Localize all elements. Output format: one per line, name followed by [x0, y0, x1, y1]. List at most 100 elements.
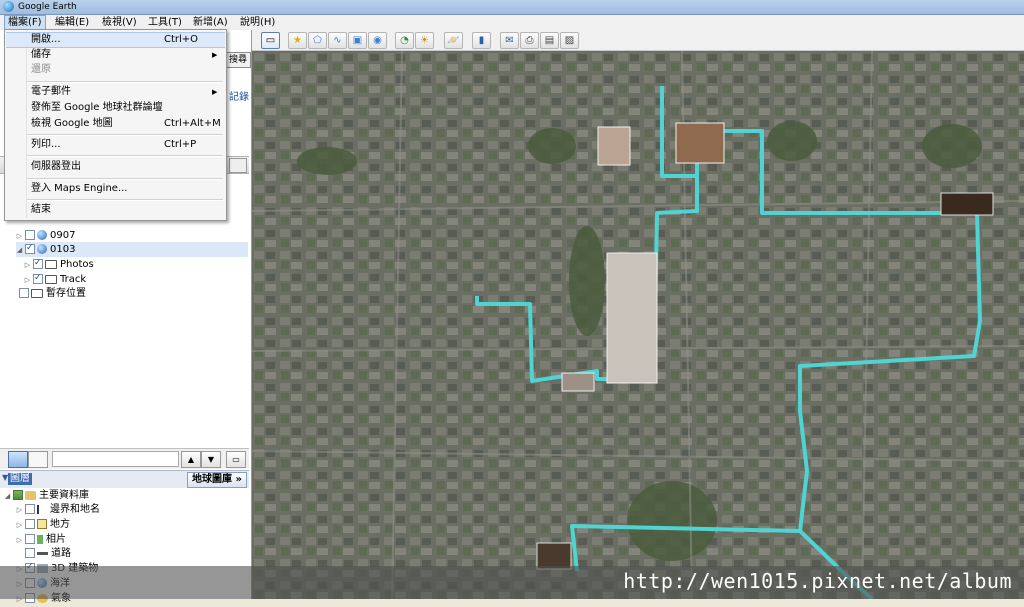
folder-icon	[45, 259, 57, 269]
place-item-track[interactable]: ▷Track	[24, 271, 87, 287]
watermark-banner: http://wen1015.pixnet.net/album	[0, 566, 1024, 599]
menu-item-open[interactable]: 開啟... Ctrl+O	[6, 32, 225, 48]
email-icon: ✉	[505, 35, 514, 46]
menu-item-shortcut: Ctrl+P	[164, 139, 197, 150]
menu-item-label: 結束	[31, 204, 51, 215]
menu-item-print[interactable]: 列印... Ctrl+P	[6, 137, 225, 153]
window-title: Google Earth	[18, 2, 77, 12]
places-search-input[interactable]	[52, 451, 179, 467]
layer-checkbox[interactable]	[25, 519, 35, 529]
email-button[interactable]: ✉	[500, 32, 519, 49]
move-up-icon[interactable]: ▲	[181, 451, 201, 468]
menu-item-shortcut: Ctrl+O	[164, 34, 199, 45]
menu-item-logout[interactable]: 伺服器登出	[6, 159, 225, 175]
menu-item-email[interactable]: 電子郵件 ▶	[6, 84, 225, 100]
add-path-button[interactable]: ∿	[328, 32, 347, 49]
place-item-0103[interactable]: ◢ 0103	[16, 241, 248, 258]
menu-add[interactable]: 新增(A)	[190, 15, 231, 30]
sunlight-button[interactable]: ☀	[415, 32, 434, 49]
menu-bar: 檔案(F) 編輯(E) 檢視(V) 工具(T) 新增(A) 說明(H)	[0, 15, 1024, 30]
menu-item-label: 登入 Maps Engine...	[31, 183, 128, 194]
menu-item-publish[interactable]: 發佈至 Google 地球社群論壇	[6, 100, 225, 116]
record-tour-icon: ◉	[373, 35, 382, 46]
layer-item-places[interactable]: ▷ 地方	[16, 517, 70, 532]
maps-icon: ▤	[544, 35, 555, 46]
place-label: Track	[60, 274, 87, 285]
layer-label: 邊界和地名	[50, 504, 100, 515]
menu-item-label: 列印...	[31, 139, 61, 150]
search-history-link[interactable]: 記錄	[229, 88, 249, 103]
switch-planet-button[interactable]: 🪐	[444, 32, 463, 49]
place-checkbox[interactable]	[25, 230, 35, 240]
menu-item-label: 開啟...	[31, 34, 61, 45]
folder-globe-icon	[37, 230, 47, 240]
photo-layer-icon	[37, 534, 43, 544]
layer-checkbox[interactable]	[13, 490, 23, 500]
add-overlay-button[interactable]: ▣	[348, 32, 367, 49]
menu-item-save[interactable]: 儲存 ▶	[6, 47, 225, 63]
place-label: Photos	[60, 259, 94, 270]
submenu-arrow-icon: ▶	[212, 88, 218, 96]
print-button[interactable]: ⎙	[520, 32, 539, 49]
map-view[interactable]	[252, 51, 1024, 599]
menu-item-label: 電子郵件	[31, 86, 71, 97]
satellite-imagery	[252, 51, 1024, 599]
menu-item-label: 伺服器登出	[31, 161, 81, 172]
menu-edit[interactable]: 編輯(E)	[52, 15, 92, 30]
list-view-icon[interactable]	[28, 451, 48, 468]
collapse-arrow-icon[interactable]: ◢	[4, 489, 11, 504]
menu-view[interactable]: 檢視(V)	[99, 15, 140, 30]
places-layer-icon	[37, 519, 47, 529]
add-placemark-button[interactable]: ★	[288, 32, 307, 49]
ruler-icon: ▮	[478, 35, 485, 46]
toolbar: ▭ ★ ⬠ ∿ ▣ ◉ ◔ ☀ 🪐 ▮ ✉ ⎙ ▤ ▨	[252, 30, 1024, 51]
expand-arrow-icon[interactable]: ▷	[16, 518, 23, 533]
menu-item-exit[interactable]: 結束	[6, 202, 225, 218]
layer-checkbox[interactable]	[25, 504, 35, 514]
place-item-0907[interactable]: ▷ 0907	[16, 228, 75, 243]
menu-item-label: 發佈至 Google 地球社群論壇	[31, 102, 163, 113]
google-earth-icon	[3, 1, 14, 12]
layer-item-roads[interactable]: 道路	[16, 546, 71, 561]
image-overlay-icon: ▣	[352, 35, 363, 46]
place-checkbox[interactable]	[33, 271, 43, 286]
menu-item-label: 儲存	[31, 49, 51, 60]
menu-item-view-maps[interactable]: 檢視 Google 地圖 Ctrl+Alt+M	[6, 116, 225, 132]
collapse-arrow-icon[interactable]: ◢	[16, 243, 23, 258]
save-image-button[interactable]: ▨	[560, 32, 579, 49]
search-button[interactable]: 搜尋	[225, 52, 251, 68]
earth-gallery-button[interactable]: 地球圖庫 »	[187, 472, 247, 488]
menu-separator	[27, 81, 223, 83]
place-checkbox[interactable]	[25, 241, 35, 256]
sidebar-toggle-button[interactable]: ▭	[261, 32, 280, 49]
place-item-photos[interactable]: ▷ Photos	[24, 256, 94, 273]
ruler-button[interactable]: ▮	[472, 32, 491, 49]
layer-checkbox[interactable]	[25, 534, 35, 544]
menu-item-maps-engine[interactable]: 登入 Maps Engine...	[6, 181, 225, 197]
place-checkbox[interactable]	[33, 256, 43, 271]
place-checkbox[interactable]	[19, 288, 29, 298]
menu-tools[interactable]: 工具(T)	[145, 15, 185, 30]
expand-arrow-icon[interactable]: ▷	[24, 258, 31, 273]
layer-item-borders[interactable]: ▷ 邊界和地名	[16, 502, 100, 517]
place-item-temporary[interactable]: 暫存位置	[10, 286, 86, 301]
menu-separator	[27, 178, 223, 180]
layer-checkbox[interactable]	[25, 548, 35, 558]
layer-item-photos[interactable]: ▷ 相片	[16, 532, 66, 547]
menu-separator	[27, 155, 223, 157]
layer-item-primary-database[interactable]: ◢ 主要資料庫	[4, 488, 89, 503]
layers-header: ▼ 圖層 地球圖庫 »	[0, 470, 249, 488]
menu-help[interactable]: 說明(H)	[237, 15, 278, 30]
add-folder-icon[interactable]: ▭	[226, 451, 246, 468]
view-in-maps-button[interactable]: ▤	[540, 32, 559, 49]
historical-imagery-button[interactable]: ◔	[395, 32, 414, 49]
title-bar: Google Earth	[0, 0, 1024, 15]
sun-icon: ☀	[420, 35, 429, 46]
search-places-icon[interactable]	[8, 451, 28, 468]
record-tour-button[interactable]: ◉	[368, 32, 387, 49]
move-down-icon[interactable]: ▼	[201, 451, 221, 468]
menu-file[interactable]: 檔案(F)	[4, 15, 46, 30]
add-polygon-button[interactable]: ⬠	[308, 32, 327, 49]
expand-arrow-icon[interactable]: ▷	[16, 503, 23, 518]
places-options-button[interactable]	[229, 158, 247, 173]
